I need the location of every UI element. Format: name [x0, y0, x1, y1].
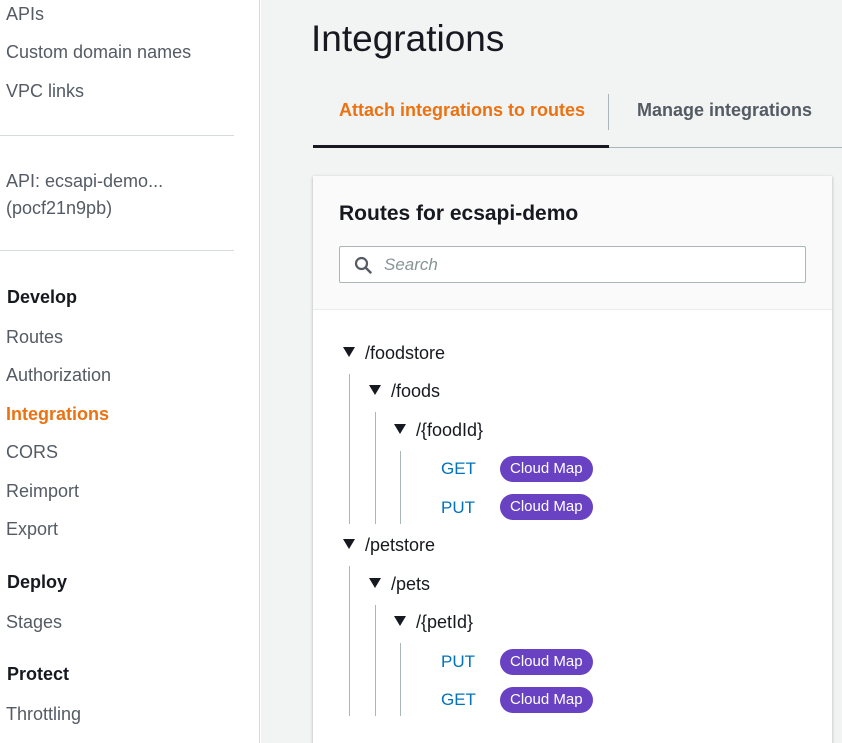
sidebar-item-vpc-links[interactable]: VPC links	[6, 81, 84, 102]
sidebar-item-custom-domain-names[interactable]: Custom domain names	[6, 42, 191, 63]
sidebar-item-reimport[interactable]: Reimport	[6, 481, 79, 502]
sidebar-divider	[0, 135, 234, 136]
search-icon	[354, 256, 372, 274]
caret-down-icon[interactable]	[394, 616, 406, 626]
caret-down-icon[interactable]	[343, 539, 355, 549]
integration-badge: Cloud Map	[500, 687, 593, 713]
sidebar: APIs Custom domain names VPC links API: …	[0, 0, 260, 743]
sidebar-section-protect: Protect	[7, 664, 70, 684]
tree-guide-line	[349, 374, 350, 524]
route-path: /{petId}	[416, 612, 474, 632]
page-title: Integrations	[311, 18, 505, 59]
tab-manage-integrations[interactable]: Manage integrations	[637, 100, 812, 121]
sidebar-divider	[0, 250, 234, 251]
route-petid[interactable]: /{petId}	[394, 612, 473, 633]
tree-guide-line	[400, 643, 401, 716]
sidebar-section-deploy: Deploy	[7, 572, 68, 592]
integration-badge: Cloud Map	[500, 494, 593, 520]
sidebar-item-routes[interactable]: Routes	[6, 327, 63, 348]
main-content: Integrations Attach integrations to rout…	[261, 0, 842, 743]
route-pets[interactable]: /pets	[369, 574, 430, 595]
caret-down-icon[interactable]	[394, 424, 406, 434]
tab-bar: Attach integrations to routes Manage int…	[313, 84, 842, 148]
sidebar-item-throttling[interactable]: Throttling	[6, 704, 81, 725]
sidebar-api-name[interactable]: API: ecsapi-demo...	[6, 168, 163, 195]
sidebar-item-apis[interactable]: APIs	[6, 4, 44, 25]
sidebar-item-integrations[interactable]: Integrations	[6, 404, 109, 425]
sidebar-item-stages[interactable]: Stages	[6, 612, 62, 633]
sidebar-api-id: (pocf21n9pb)	[6, 198, 113, 218]
method-put-link[interactable]: PUT	[441, 498, 475, 518]
panel-title: Routes for ecsapi-demo	[339, 202, 579, 225]
method-get-link[interactable]: GET	[441, 690, 476, 710]
integration-badge: Cloud Map	[500, 456, 593, 482]
route-path: /{foodId}	[416, 420, 484, 440]
integration-badge: Cloud Map	[500, 649, 593, 675]
route-petstore[interactable]: /petstore	[343, 535, 435, 556]
caret-down-icon[interactable]	[369, 385, 381, 395]
caret-down-icon[interactable]	[369, 578, 381, 588]
tree-guide-line	[375, 412, 376, 524]
sidebar-item-cors[interactable]: CORS	[6, 442, 58, 463]
sidebar-item-export[interactable]: Export	[6, 519, 58, 540]
route-foods[interactable]: /foods	[369, 381, 440, 402]
tab-attach-integrations[interactable]: Attach integrations to routes	[339, 100, 585, 121]
route-path: /petstore	[365, 535, 436, 555]
sidebar-section-develop: Develop	[7, 287, 78, 307]
panel-header: Routes for ecsapi-demo	[313, 176, 832, 310]
tree-guide-line	[400, 451, 401, 524]
method-put-link[interactable]: PUT	[441, 652, 475, 672]
tree-guide-line	[375, 605, 376, 716]
routes-panel: Routes for ecsapi-demo /foodstore /foods…	[313, 176, 832, 743]
tree-guide-line	[349, 566, 350, 716]
route-path: /foodstore	[365, 343, 446, 363]
route-path: /foods	[391, 381, 441, 401]
method-get-link[interactable]: GET	[441, 459, 476, 479]
route-path: /pets	[391, 574, 431, 594]
route-foodid[interactable]: /{foodId}	[394, 420, 483, 441]
active-tab-indicator	[313, 145, 609, 148]
search-input[interactable]	[384, 247, 794, 282]
caret-down-icon[interactable]	[343, 347, 355, 357]
route-foodstore[interactable]: /foodstore	[343, 343, 445, 364]
tab-separator	[608, 94, 609, 130]
sidebar-item-authorization[interactable]: Authorization	[6, 365, 111, 386]
search-box	[339, 246, 806, 283]
